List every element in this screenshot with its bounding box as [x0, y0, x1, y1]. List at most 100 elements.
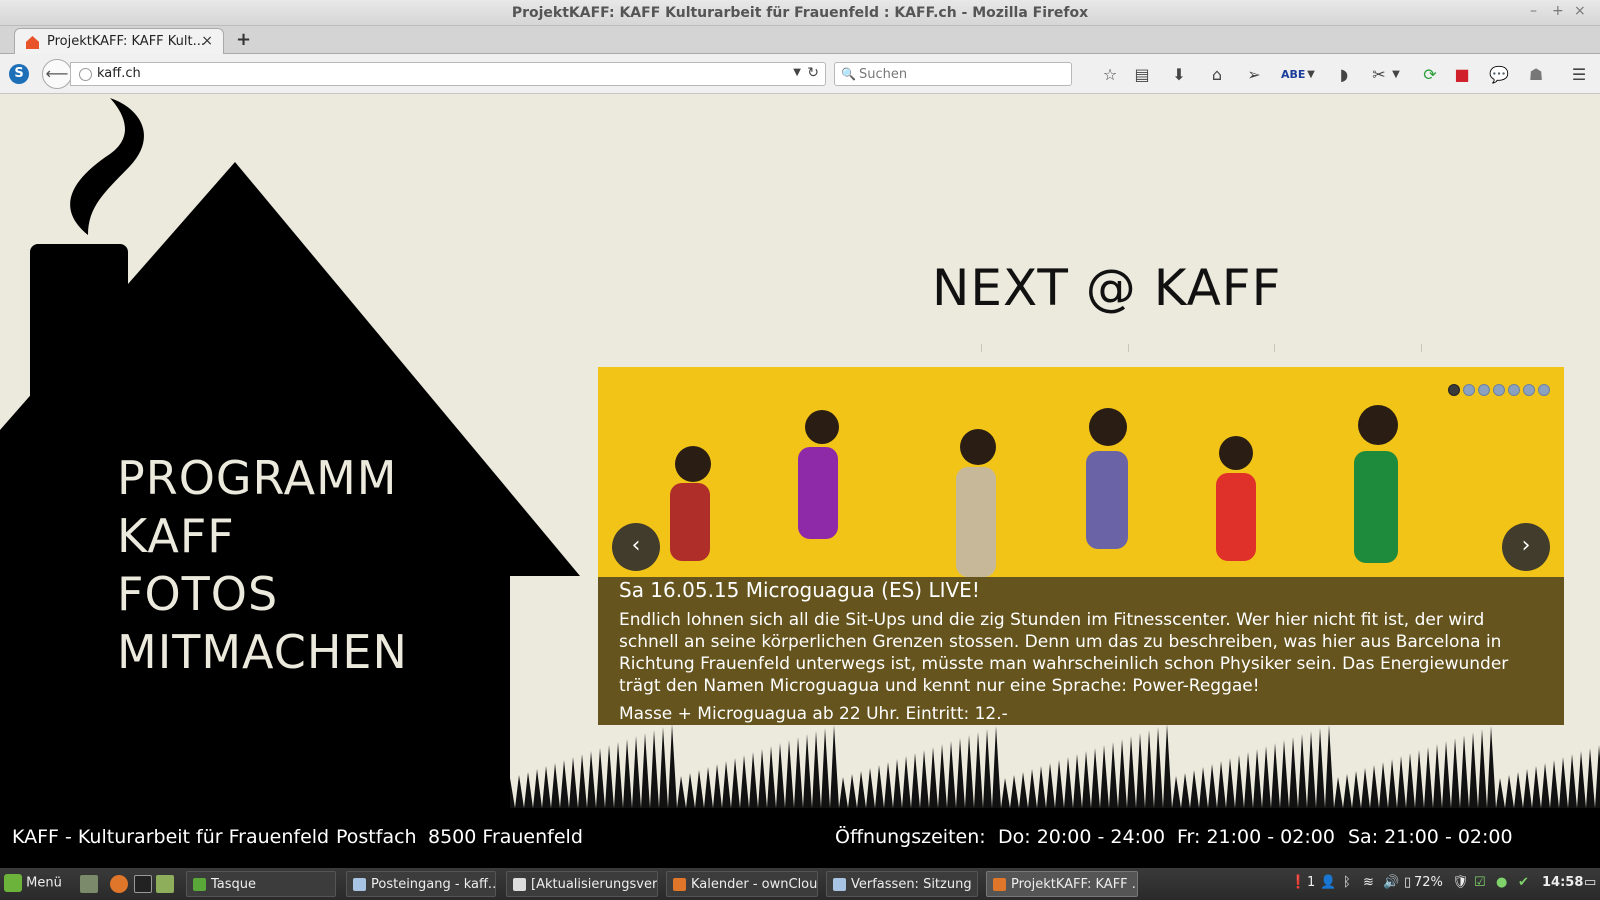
browser-tab-active[interactable]: ProjektKAFF: KAFF Kult... × — [14, 28, 224, 55]
clock[interactable]: 14:58 — [1542, 875, 1583, 890]
slide-caption: Sa 16.05.15 Microguagua (ES) LIVE! Endli… — [598, 577, 1564, 725]
tab-label: ProjektKAFF: KAFF Kult... — [47, 34, 206, 49]
task-updates[interactable]: [Aktualisierungsver... — [506, 871, 658, 897]
task-label: ProjektKAFF: KAFF ... — [1011, 877, 1138, 892]
slider-dot[interactable] — [1463, 384, 1475, 396]
task-firefox-kaff[interactable]: ProjektKAFF: KAFF ... — [986, 871, 1138, 897]
kaff-favicon-icon — [26, 36, 39, 49]
sync-icon[interactable]: ⟳ — [1419, 64, 1441, 86]
notification-count: 1 — [1307, 875, 1316, 890]
footer-org: KAFF - Kulturarbeit für Frauenfeld — [12, 826, 330, 848]
task-calendar[interactable]: Kalender - ownClou... — [666, 871, 818, 897]
start-menu-button[interactable]: Menü — [4, 874, 62, 892]
slider-pagination — [1445, 381, 1550, 400]
show-desktop-tray-icon[interactable]: ▭ — [1584, 875, 1596, 890]
files-launcher-icon[interactable] — [156, 875, 174, 893]
notification-icon[interactable]: ❗ — [1290, 875, 1306, 890]
user-icon[interactable]: 👤 — [1320, 875, 1336, 890]
check-tray-icon[interactable]: ✔ — [1518, 875, 1529, 890]
firefox-icon — [993, 878, 1006, 891]
slider-dot[interactable] — [1523, 384, 1535, 396]
footer-hours-sa: Sa: 21:00 - 02:00 — [1348, 826, 1513, 848]
divider — [1128, 344, 1129, 352]
event-slider[interactable]: ‹ › Sa 16.05.15 Microguagua (ES) LIVE! E… — [598, 367, 1564, 725]
footer-city: 8500 Frauenfeld — [428, 826, 583, 848]
web-page: PROGRAMM KAFF FOTOS MITMACHEN NEXT @ KAF… — [0, 94, 1600, 808]
battery-icon[interactable]: ▯ — [1404, 875, 1411, 890]
abp-dropdown-icon[interactable]: ▼ — [1300, 64, 1322, 86]
divider — [1421, 344, 1422, 352]
site-footer: KAFF - Kulturarbeit für Frauenfeld Postf… — [0, 808, 1600, 868]
window-titlebar: ProjektKAFF: KAFF Kulturarbeit für Fraue… — [0, 0, 1600, 26]
footer-hours-label: Öffnungszeiten: — [835, 826, 986, 848]
reload-icon[interactable]: ↻ — [807, 65, 819, 81]
terminal-launcher-icon[interactable] — [134, 875, 152, 893]
nav-mitmachen[interactable]: MITMACHEN — [117, 623, 408, 681]
slider-dot[interactable] — [1448, 384, 1460, 396]
task-label: Kalender - ownClou... — [691, 877, 818, 892]
screenshot-dropdown-icon[interactable]: ▼ — [1385, 64, 1407, 86]
volume-icon[interactable]: 🔊 — [1383, 875, 1399, 890]
send-icon[interactable]: ➢ — [1243, 64, 1265, 86]
bluetooth-icon[interactable]: ᛒ — [1343, 875, 1351, 890]
new-tab-button[interactable]: + — [236, 29, 251, 50]
history-dropdown-icon[interactable]: ▼ — [793, 67, 801, 78]
task-tasque[interactable]: Tasque — [186, 871, 336, 897]
slider-prev-button[interactable]: ‹ — [612, 523, 660, 571]
slider-dot[interactable] — [1478, 384, 1490, 396]
footer-postfach: Postfach — [336, 826, 417, 848]
divider — [981, 344, 982, 352]
battery-percent: 72% — [1414, 875, 1443, 890]
menu-icon[interactable]: ☰ — [1568, 64, 1590, 86]
maximize-button[interactable]: + — [1552, 3, 1564, 19]
task-label: [Aktualisierungsver... — [531, 877, 658, 892]
thunderbird-icon — [353, 878, 366, 891]
nav-kaff[interactable]: KAFF — [117, 507, 408, 565]
search-icon: 🔍 — [841, 67, 856, 81]
reading-list-icon[interactable]: ▤ — [1131, 64, 1153, 86]
firefox-icon — [673, 878, 686, 891]
task-label: Posteingang - kaff... — [371, 877, 496, 892]
show-desktop-icon[interactable] — [80, 875, 98, 893]
tab-close-icon[interactable]: × — [201, 33, 213, 49]
update-icon[interactable]: ☑ — [1474, 875, 1486, 890]
wifi-icon[interactable]: ≋ — [1363, 875, 1374, 890]
site-identity-icon[interactable] — [79, 68, 92, 81]
slider-dot[interactable] — [1508, 384, 1520, 396]
task-compose[interactable]: Verfassen: Sitzung ... — [826, 871, 978, 897]
nav-fotos[interactable]: FOTOS — [117, 565, 408, 623]
firefox-launcher-icon[interactable] — [110, 875, 128, 893]
search-placeholder[interactable]: Suchen — [859, 67, 907, 82]
addon-icon[interactable]: ■ — [1451, 64, 1473, 86]
close-window-button[interactable]: × — [1574, 3, 1586, 19]
event-title[interactable]: Sa 16.05.15 Microguagua (ES) LIVE! — [619, 578, 980, 602]
shield-icon — [513, 878, 526, 891]
slider-next-button[interactable]: › — [1502, 523, 1550, 571]
minimize-button[interactable]: – — [1530, 3, 1537, 19]
navigation-toolbar: S ⟵ kaff.ch ▼ ↻ 🔍 Suchen ☆ ▤ ⬇ ⌂ ➢ ABE ▼… — [0, 54, 1600, 94]
desktop-taskbar: Menü Tasque Posteingang - kaff... [Aktua… — [0, 868, 1600, 900]
pocket-icon[interactable]: ◗ — [1333, 64, 1355, 86]
skype-icon[interactable]: S — [9, 64, 29, 84]
shield-tray-icon[interactable]: 🛡 — [1452, 875, 1469, 890]
bookmark-star-icon[interactable]: ☆ — [1099, 64, 1121, 86]
url-bar[interactable]: kaff.ch ▼ ↻ — [70, 62, 826, 86]
slider-dot[interactable] — [1493, 384, 1505, 396]
grass-decoration — [510, 724, 1600, 808]
grass-blades — [510, 724, 1600, 808]
slider-dot[interactable] — [1538, 384, 1550, 396]
window-title: ProjektKAFF: KAFF Kulturarbeit für Fraue… — [511, 5, 1089, 21]
nav-programm[interactable]: PROGRAMM — [117, 449, 408, 507]
sync-tray-icon[interactable]: ● — [1496, 875, 1507, 890]
url-text[interactable]: kaff.ch — [97, 66, 141, 81]
page-heading: NEXT @ KAFF — [932, 259, 1282, 317]
task-mail[interactable]: Posteingang - kaff... — [346, 871, 496, 897]
search-box[interactable]: 🔍 Suchen — [834, 62, 1072, 86]
back-button[interactable]: ⟵ — [42, 59, 72, 89]
privacy-icon[interactable]: ☗ — [1525, 64, 1547, 86]
task-label: Verfassen: Sitzung ... — [851, 877, 978, 892]
download-icon[interactable]: ⬇ — [1168, 64, 1190, 86]
task-label: Tasque — [211, 877, 257, 892]
chat-icon[interactable]: 💬 — [1488, 64, 1510, 86]
home-icon[interactable]: ⌂ — [1206, 64, 1228, 86]
